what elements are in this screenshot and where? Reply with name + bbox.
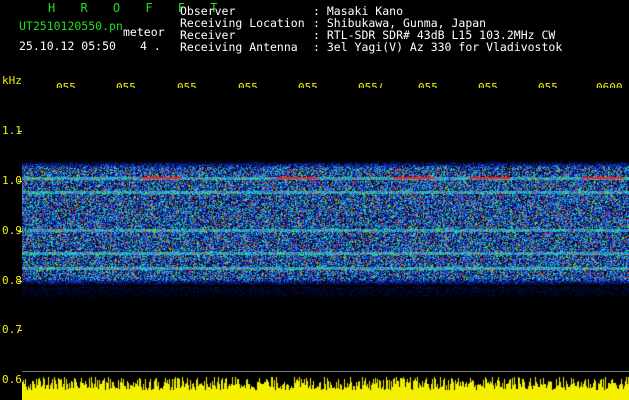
count-label: 4 . [140,39,161,53]
datetime-label: 25.10.12 05:50 [19,39,116,53]
unit-label: kHz [2,74,22,87]
mode-label: meteor [123,25,165,39]
waterfall-canvas [22,88,629,376]
freq-tick: 0.6 [2,373,22,386]
antenna-label: Receiving Antenna [180,40,298,54]
filename-label: UT2510120550.pn [19,19,123,33]
antenna-value: : 3el Yagi(V) Az 330 for Vladivostok [313,40,563,54]
waterfall-spectrogram [22,88,629,376]
amplitude-strip [22,376,629,400]
baseline-divider [22,371,629,372]
